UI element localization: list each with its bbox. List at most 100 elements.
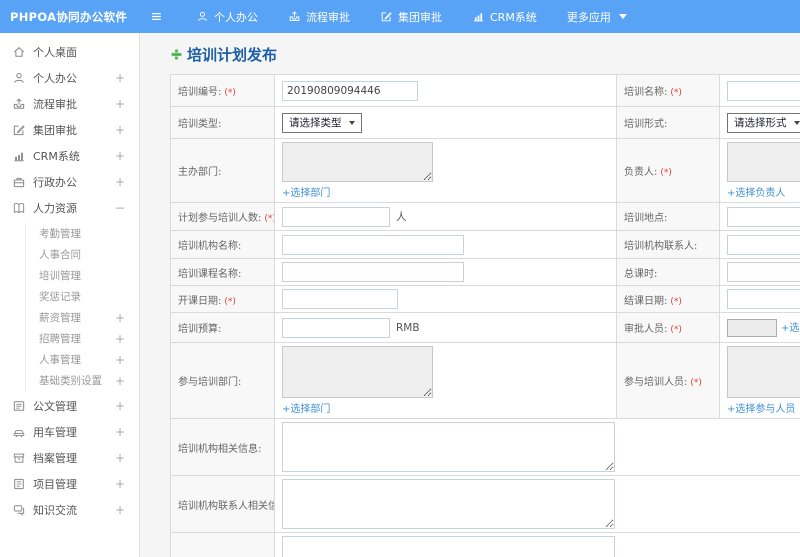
expand-plus-icon[interactable]: +	[115, 353, 125, 367]
collapse-minus-icon[interactable]: −	[115, 201, 125, 215]
nav-item-personal-office[interactable]: 个人办公	[181, 0, 273, 33]
sidebar-subitem-training-management[interactable]: 培训管理	[26, 265, 139, 286]
sidebar-item-workflow-approval[interactable]: 流程审批 +	[0, 91, 139, 117]
join-dept-textarea[interactable]	[282, 346, 433, 398]
caret-down-icon	[793, 120, 800, 125]
nav-item-crm-system[interactable]: CRM系统	[457, 0, 552, 33]
nav-item-more-apps[interactable]: 更多应用	[552, 0, 642, 33]
form-row: 培训机构联系人相关信息:	[170, 475, 800, 533]
sidebar-subitem-label: 薪资管理	[39, 312, 81, 324]
sidebar-item-project-management[interactable]: 项目管理 +	[0, 471, 139, 497]
training-mode-select[interactable]: 请选择形式	[727, 112, 800, 133]
expand-plus-icon[interactable]: +	[115, 477, 125, 491]
field-label: 计划参与培训人数:(*)	[170, 202, 275, 231]
sidebar-item-personal-office[interactable]: 个人办公 +	[0, 65, 139, 91]
org-contact-info-textarea[interactable]	[282, 479, 615, 529]
sidebar-item-admin-office[interactable]: 行政办公 +	[0, 169, 139, 195]
org-contact-input[interactable]	[727, 234, 800, 255]
select-leader-link[interactable]: +选择负责人	[727, 188, 785, 199]
caret-down-icon	[618, 14, 627, 19]
expand-plus-icon[interactable]: +	[115, 71, 125, 85]
sidebar-item-group-approval[interactable]: 集团审批 +	[0, 117, 139, 143]
sidebar-item-label: 项目管理	[33, 478, 77, 491]
requirement-textarea[interactable]	[282, 536, 615, 557]
nav-label: 集团审批	[398, 10, 442, 24]
expand-plus-icon[interactable]: +	[115, 503, 125, 517]
end-date-input[interactable]	[727, 289, 800, 309]
home-icon	[12, 45, 26, 59]
expand-plus-icon[interactable]: +	[115, 332, 125, 346]
car-icon	[12, 425, 26, 439]
sidebar-subitem-reward-punishment[interactable]: 奖惩记录	[26, 286, 139, 307]
expand-plus-icon[interactable]: +	[115, 311, 125, 325]
expand-plus-icon[interactable]: +	[115, 399, 125, 413]
expand-plus-icon[interactable]: +	[115, 149, 125, 163]
org-name-input[interactable]	[282, 234, 464, 255]
start-date-input[interactable]	[282, 289, 398, 309]
training-number-input[interactable]	[282, 80, 418, 101]
sidebar-subitem-attendance-management[interactable]: 考勤管理	[26, 223, 139, 244]
training-plan-form: 培训编号:(*) 培训名称:(*) 培训类型: 请选择类型 培训形式: 请选择形…	[170, 74, 800, 557]
field-label: 审批人员: (*)	[616, 312, 720, 343]
sidebar: 个人桌面 个人办公 + 流程审批 + 集团审批 + CRM系统 + 行政办公 +…	[0, 33, 140, 557]
field-label: 培训机构名称:	[170, 230, 275, 259]
select-join-people-link[interactable]: +选择参与人员	[727, 404, 795, 415]
location-input[interactable]	[727, 206, 800, 227]
select-dept-link[interactable]: +选择部门	[282, 188, 330, 199]
expand-plus-icon[interactable]: +	[115, 451, 125, 465]
select-approver-link[interactable]: +选择审批人员	[781, 323, 800, 334]
sidebar-subitem-base-category-settings[interactable]: 基础类别设置 +	[26, 370, 139, 391]
edit-icon	[12, 123, 26, 137]
sidebar-item-knowledge-exchange[interactable]: 知识交流 +	[0, 497, 139, 523]
sidebar-item-human-resources[interactable]: 人力资源 −	[0, 195, 139, 221]
sidebar-subitem-label: 奖惩记录	[39, 291, 81, 303]
expand-plus-icon[interactable]: +	[115, 123, 125, 137]
sidebar-subitem-recruitment-management[interactable]: 招聘管理 +	[26, 328, 139, 349]
required-mark: (*)	[670, 296, 682, 307]
sidebar-subitem-label: 培训管理	[39, 270, 81, 282]
required-mark: (*)	[224, 296, 236, 307]
form-row: 培训机构名称: 培训机构联系人:	[170, 230, 800, 259]
nav-item-workflow-approval[interactable]: 流程审批	[273, 0, 365, 33]
training-type-select[interactable]: 请选择类型	[282, 112, 362, 133]
required-mark: (*)	[670, 88, 682, 98]
expand-plus-icon[interactable]: +	[115, 425, 125, 439]
top-header-bar: PHPOA协同办公软件 个人办公 流程审批 集团审批 CRM系统 更多应用	[0, 0, 800, 33]
expand-plus-icon[interactable]: +	[115, 175, 125, 189]
book-icon	[12, 201, 26, 215]
sidebar-subitem-salary-management[interactable]: 薪资管理 +	[26, 307, 139, 328]
document-icon	[12, 399, 26, 413]
total-hours-input[interactable]	[727, 262, 800, 282]
sidebar-item-crm-system[interactable]: CRM系统 +	[0, 143, 139, 169]
leader-textarea[interactable]	[727, 142, 800, 182]
nav-item-group-approval[interactable]: 集团审批	[365, 0, 457, 33]
sidebar-subitem-personnel-management[interactable]: 人事管理 +	[26, 349, 139, 370]
course-name-input[interactable]	[282, 262, 464, 282]
sidebar-item-personal-desktop[interactable]: 个人桌面	[0, 39, 139, 65]
field-label: 负责人: (*)	[616, 138, 720, 203]
expand-plus-icon[interactable]: +	[115, 97, 125, 111]
sidebar-item-document-management[interactable]: 公文管理 +	[0, 393, 139, 419]
sidebar-item-label: 行政办公	[33, 176, 77, 189]
host-dept-textarea[interactable]	[282, 142, 433, 182]
hamburger-menu-button[interactable]	[150, 10, 163, 23]
sidebar-subitem-label: 人事合同	[39, 249, 81, 261]
expand-plus-icon[interactable]: +	[115, 374, 125, 388]
form-row: 培训要求:	[170, 532, 800, 557]
required-mark: (*)	[224, 88, 236, 98]
edit-icon	[380, 10, 393, 23]
page-title-text: 培训计划发布	[187, 46, 278, 64]
join-people-textarea[interactable]	[727, 346, 800, 398]
sidebar-item-vehicle-management[interactable]: 用车管理 +	[0, 419, 139, 445]
nav-label: 个人办公	[214, 10, 258, 24]
planned-count-input[interactable]	[282, 206, 390, 227]
sidebar-item-label: CRM系统	[33, 150, 80, 163]
training-name-input[interactable]	[727, 80, 800, 101]
budget-input[interactable]	[282, 317, 390, 338]
org-info-textarea[interactable]	[282, 422, 615, 472]
field-label: 培训机构相关信息:	[170, 418, 275, 476]
sidebar-item-archive-management[interactable]: 档案管理 +	[0, 445, 139, 471]
required-mark: (*)	[690, 378, 702, 388]
select-dept-link[interactable]: +选择部门	[282, 404, 330, 415]
sidebar-subitem-hr-contract[interactable]: 人事合同	[26, 244, 139, 265]
